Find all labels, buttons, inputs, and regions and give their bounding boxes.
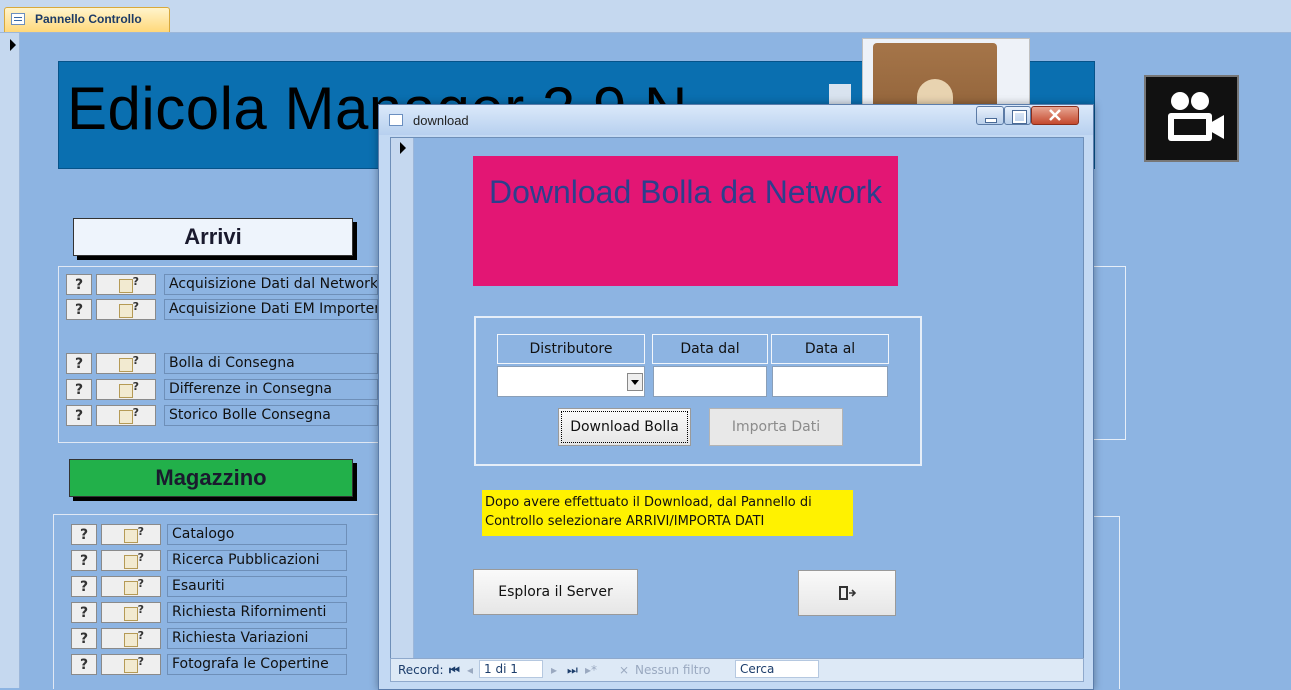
current-record-icon	[400, 142, 406, 154]
help-button[interactable]: ?	[71, 524, 97, 545]
help-button[interactable]: ?	[66, 353, 92, 374]
report-button[interactable]	[101, 524, 161, 545]
help-button[interactable]: ?	[71, 550, 97, 571]
report-button[interactable]	[101, 654, 161, 675]
record-position-field[interactable]: 1 di 1	[479, 660, 543, 678]
magazzino-item-label[interactable]: Richiesta Rifornimenti	[167, 602, 347, 623]
filter-status[interactable]: Nessun filtro	[635, 663, 711, 677]
report-icon	[124, 551, 144, 569]
document-tab-bar: Pannello Controllo	[0, 0, 1291, 33]
report-icon	[124, 629, 144, 647]
data-al-header: Data al	[771, 334, 889, 364]
record-selector[interactable]	[0, 33, 20, 688]
help-button[interactable]: ?	[71, 654, 97, 675]
arrivi-item-label[interactable]: Acquisizione Dati EM Importer	[164, 299, 378, 320]
dialog-title-bar[interactable]: download	[379, 105, 1093, 135]
report-button[interactable]	[101, 602, 161, 623]
new-record-icon[interactable]: ▸*	[585, 663, 597, 677]
last-record-icon[interactable]: ⏭	[567, 663, 578, 678]
banner-square-icon	[829, 84, 851, 106]
chevron-down-icon[interactable]	[627, 373, 643, 391]
arrivi-item-label[interactable]: Acquisizione Dati dal Network	[164, 274, 378, 295]
report-icon	[124, 655, 144, 673]
current-record-icon	[10, 39, 16, 51]
search-input[interactable]: Cerca	[735, 660, 819, 678]
help-button[interactable]: ?	[66, 299, 92, 320]
help-button[interactable]: ?	[66, 379, 92, 400]
download-frame: Distributore Data dal Data al Download B…	[474, 316, 922, 466]
download-dialog: download Download Bolla da Network Distr…	[378, 104, 1094, 690]
record-navigation-bar: Record: ⏮ ◂ 1 di 1 ▸ ⏭ ▸* ⨯ Nessun filtr…	[390, 658, 1084, 682]
report-icon	[119, 406, 139, 424]
maximize-icon	[1012, 110, 1027, 124]
report-icon	[119, 380, 139, 398]
exit-button[interactable]	[798, 570, 896, 616]
help-button[interactable]: ?	[71, 628, 97, 649]
magazzino-item-label[interactable]: Richiesta Variazioni	[167, 628, 347, 649]
previous-record-icon[interactable]: ◂	[467, 663, 473, 677]
video-camera-icon	[1168, 92, 1224, 141]
report-button[interactable]	[96, 274, 156, 295]
distributore-header: Distributore	[497, 334, 645, 364]
report-icon	[124, 603, 144, 621]
magazzino-item-label[interactable]: Fotografa le Copertine	[167, 654, 347, 675]
record-label: Record:	[398, 663, 444, 677]
report-icon	[124, 577, 144, 595]
instruction-note: Dopo avere effettuato il Download, dal P…	[482, 490, 853, 536]
report-button[interactable]	[96, 299, 156, 320]
magazzino-item-label[interactable]: Catalogo	[167, 524, 347, 545]
tab-pannello-controllo[interactable]: Pannello Controllo	[4, 7, 170, 32]
esplora-server-button[interactable]: Esplora il Server	[473, 569, 638, 615]
importa-dati-button[interactable]: Importa Dati	[709, 408, 843, 446]
help-button[interactable]: ?	[71, 576, 97, 597]
form-icon	[389, 114, 403, 126]
maximize-button[interactable]	[1004, 106, 1031, 125]
report-icon	[119, 354, 139, 372]
data-dal-header: Data dal	[652, 334, 768, 364]
report-button[interactable]	[101, 576, 161, 597]
report-icon	[119, 275, 139, 293]
report-button[interactable]	[101, 628, 161, 649]
magazzino-section-button[interactable]: Magazzino	[69, 459, 353, 497]
next-record-icon[interactable]: ▸	[551, 663, 557, 677]
report-button[interactable]	[96, 379, 156, 400]
magazzino-item-label[interactable]: Esauriti	[167, 576, 347, 597]
close-button[interactable]	[1031, 106, 1079, 125]
arrivi-item-label[interactable]: Bolla di Consegna	[164, 353, 378, 374]
magazzino-item-label[interactable]: Ricerca Pubblicazioni	[167, 550, 347, 571]
report-icon	[124, 525, 144, 543]
filter-icon: ⨯	[619, 663, 630, 677]
data-dal-field[interactable]	[653, 366, 767, 397]
report-icon	[119, 300, 139, 318]
report-button[interactable]	[96, 405, 156, 426]
help-button[interactable]: ?	[66, 405, 92, 426]
minimize-icon	[985, 118, 997, 123]
record-selector[interactable]	[391, 138, 414, 658]
close-icon	[1049, 109, 1061, 121]
video-camera-button[interactable]	[1144, 75, 1239, 162]
help-button[interactable]: ?	[66, 274, 92, 295]
exit-door-icon	[839, 586, 857, 600]
report-button[interactable]	[101, 550, 161, 571]
dialog-title: download	[413, 113, 469, 128]
form-icon	[11, 13, 25, 25]
minimize-button[interactable]	[976, 106, 1004, 125]
distributore-dropdown[interactable]	[497, 366, 645, 397]
arrivi-item-label[interactable]: Differenze in Consegna	[164, 379, 378, 400]
tab-label: Pannello Controllo	[35, 12, 142, 26]
download-bolla-button[interactable]: Download Bolla	[558, 408, 691, 446]
arrivi-section-button[interactable]: Arrivi	[73, 218, 353, 256]
first-record-icon[interactable]: ⏮	[449, 663, 460, 678]
help-button[interactable]: ?	[71, 602, 97, 623]
data-al-field[interactable]	[772, 366, 888, 397]
arrivi-item-label[interactable]: Storico Bolle Consegna	[164, 405, 378, 426]
report-button[interactable]	[96, 353, 156, 374]
heading-block: Download Bolla da Network	[473, 156, 898, 286]
dialog-heading: Download Bolla da Network	[488, 174, 883, 210]
dialog-body: Download Bolla da Network Distributore D…	[390, 137, 1084, 659]
